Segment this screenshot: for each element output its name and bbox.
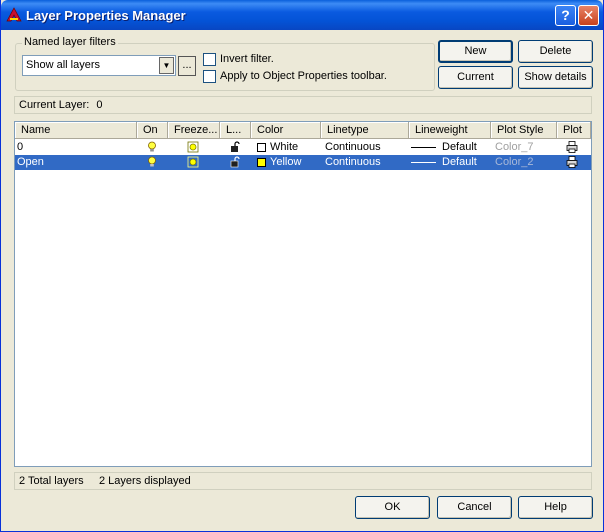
new-layer-button[interactable]: New [438, 40, 513, 63]
chevron-down-icon[interactable]: ▼ [159, 57, 174, 74]
sun-icon[interactable] [187, 156, 199, 168]
layer-list[interactable]: Name On Freeze... L... Color Linetype Li… [14, 121, 592, 467]
lineweight-line [411, 147, 436, 148]
layer-filter-dropdown[interactable]: Show all layers ▼ [22, 55, 176, 76]
column-header-color[interactable]: Color [251, 122, 321, 139]
apply-to-toolbar-label: Apply to Object Properties toolbar. [220, 70, 387, 82]
help-button[interactable]: Help [518, 496, 593, 519]
current-layer-label: Current Layer: [19, 99, 90, 111]
filter-selected-value: Show all layers [26, 59, 100, 71]
printer-icon[interactable] [566, 156, 578, 168]
layer-color-name: Yellow [270, 156, 302, 168]
close-title-button[interactable]: ✕ [578, 5, 599, 26]
lineweight-line [411, 162, 436, 163]
current-layer-strip: Current Layer: 0 [14, 96, 592, 114]
column-header-lock[interactable]: L... [220, 122, 251, 139]
question-icon: ? [561, 7, 570, 23]
layer-name: Open [17, 156, 44, 168]
layer-plot-style: Color_7 [495, 141, 534, 153]
displayed-layers-text: 2 Layers displayed [99, 475, 191, 487]
column-header-on[interactable]: On [137, 122, 168, 139]
total-layers-text: 2 Total layers [19, 475, 84, 487]
title-bar[interactable]: Layer Properties Manager ? ✕ [1, 0, 603, 30]
column-header-name[interactable]: Name [15, 122, 137, 139]
close-icon: ✕ [582, 7, 595, 23]
layer-plot-style: Color_2 [495, 156, 534, 168]
current-layer-text: Current Layer: 0 [19, 99, 103, 111]
color-swatch[interactable] [257, 158, 266, 167]
column-header-freeze[interactable]: Freeze... [168, 122, 220, 139]
layer-linetype: Continuous [325, 156, 381, 168]
layer-color-name: White [270, 141, 299, 153]
delete-layer-button[interactable]: Delete [518, 40, 593, 63]
help-title-button[interactable]: ? [555, 5, 576, 26]
current-layer-value: 0 [96, 99, 103, 111]
layer-properties-dialog: Layer Properties Manager ? ✕ Named layer… [0, 0, 604, 532]
invert-filter-checkbox[interactable] [203, 53, 216, 66]
unlocked-padlock-icon[interactable] [230, 141, 242, 153]
unlocked-padlock-icon[interactable] [230, 156, 242, 168]
sun-icon[interactable] [187, 141, 199, 153]
table-row[interactable]: Open Yellow Continuous Default Color_2 [15, 155, 591, 170]
cancel-button[interactable]: Cancel [437, 496, 512, 519]
ok-button[interactable]: OK [355, 496, 430, 519]
filter-browse-button[interactable]: ... [178, 56, 196, 76]
column-header-plot-style[interactable]: Plot Style [491, 122, 557, 139]
layer-count-status: 2 Total layers 2 Layers displayed [14, 472, 592, 490]
column-header-linetype[interactable]: Linetype [321, 122, 409, 139]
autocad-app-icon [6, 7, 22, 22]
layer-lineweight: Default [442, 156, 477, 168]
column-header-plot[interactable]: Plot [557, 122, 591, 139]
invert-filter-label: Invert filter. [220, 53, 274, 65]
printer-icon[interactable] [566, 141, 578, 153]
lightbulb-icon[interactable] [146, 156, 158, 168]
set-current-button[interactable]: Current [438, 66, 513, 89]
apply-to-toolbar-checkbox[interactable] [203, 70, 216, 83]
layer-lineweight: Default [442, 141, 477, 153]
lightbulb-icon[interactable] [146, 141, 158, 153]
show-details-button[interactable]: Show details [518, 66, 593, 89]
table-row[interactable]: 0 White Continuous Default Color_7 [15, 140, 591, 155]
window-title: Layer Properties Manager [26, 8, 186, 23]
layer-name: 0 [17, 141, 24, 153]
column-header-lineweight[interactable]: Lineweight [409, 122, 491, 139]
group-legend: Named layer filters [22, 36, 118, 48]
layer-linetype: Continuous [325, 141, 381, 153]
color-swatch[interactable] [257, 143, 266, 152]
